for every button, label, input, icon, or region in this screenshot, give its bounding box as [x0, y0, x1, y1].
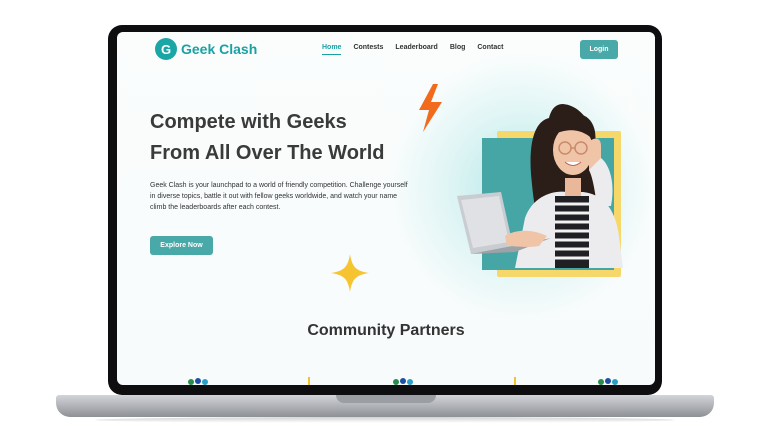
hero-person-image: [457, 104, 623, 268]
partner-logo-3: [393, 378, 413, 385]
hero-description: Geek Clash is your launchpad to a world …: [150, 182, 408, 211]
nav-contact[interactable]: Contact: [477, 44, 503, 55]
hero-title: Compete with Geeks From All Over The Wor…: [150, 107, 440, 169]
hero-title-line-1: Compete with Geeks: [150, 111, 347, 133]
lightning-bolt-icon: [419, 84, 442, 132]
nav-leaderboard[interactable]: Leaderboard: [395, 44, 437, 55]
logo[interactable]: G Geek Clash: [155, 38, 257, 60]
partner-logo-1: [188, 378, 208, 385]
laptop-screen: G Geek Clash Home Contests Leaderboard B…: [117, 32, 655, 385]
nav-home[interactable]: Home: [322, 44, 342, 55]
laptop-shadow: [95, 417, 675, 423]
laptop-notch: [336, 395, 436, 403]
nav-contests[interactable]: Contests: [353, 44, 383, 55]
main-nav: Home Contests Leaderboard Blog Contact: [322, 44, 503, 55]
logo-text: Geek Clash: [181, 41, 258, 57]
partner-logo-5: [598, 378, 618, 385]
partner-logo-2: [308, 377, 310, 385]
login-button[interactable]: Login: [580, 40, 618, 59]
logo-mark-icon: G: [155, 38, 177, 60]
nav-blog[interactable]: Blog: [450, 44, 466, 55]
hero-title-line-2: From All Over The World: [150, 142, 385, 164]
explore-now-button[interactable]: Explore Now: [150, 236, 213, 255]
partner-logo-4: [514, 377, 516, 385]
partners-title: Community Partners: [307, 322, 465, 339]
sparkle-icon: [331, 254, 369, 292]
